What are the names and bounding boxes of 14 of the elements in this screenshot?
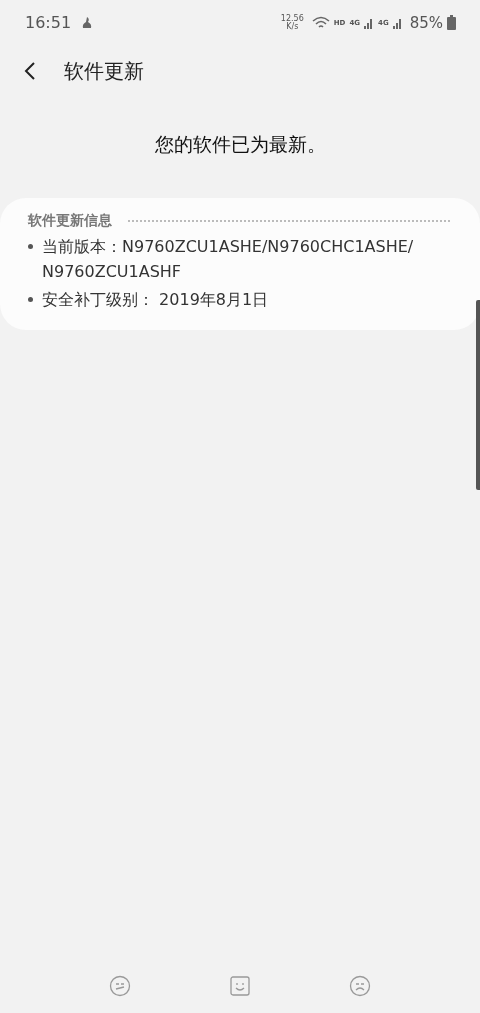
battery-percent: 85% (409, 13, 443, 32)
speed-unit: K/s (286, 22, 299, 31)
section-heading: 软件更新信息 (28, 212, 112, 230)
wifi-icon (311, 15, 330, 30)
bullet-icon (28, 244, 33, 249)
bullet-icon (28, 297, 33, 302)
page-title: 软件更新 (64, 57, 144, 85)
info-text: 当前版本：N9760ZCU1ASHE/N9760CHC1ASHE/N9760ZCU1ASHF (42, 236, 415, 283)
battery-icon (447, 15, 456, 30)
clock-time: 16:51 (25, 13, 72, 32)
info-text: 安全补丁级别： 2019年8月1日 (42, 289, 269, 311)
status-message: 您的软件已为最新。 (153, 132, 327, 157)
notification-icon (81, 15, 94, 30)
speed-value: 12.56 (280, 14, 304, 23)
